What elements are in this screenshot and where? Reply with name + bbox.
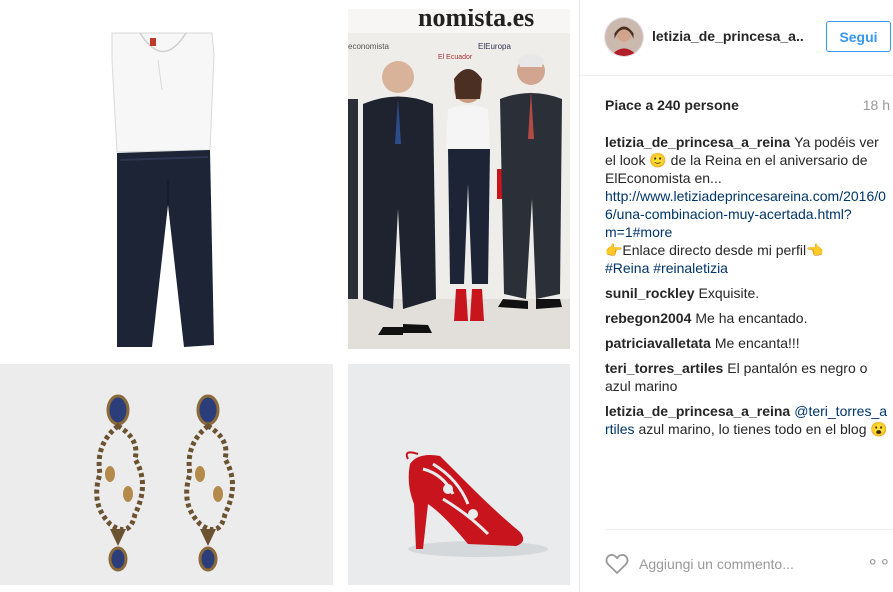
list-item: sunil_rockley Exquisite. (605, 284, 890, 302)
likes-row: Piace a 240 persone 18 h (605, 97, 890, 115)
caption-comment: letizia_de_princesa_a_reina Ya podéis ver… (605, 133, 890, 277)
comment-author[interactable]: letizia_de_princesa_a_reina (605, 134, 790, 150)
caption-profile-note: 👉Enlace directo desde mi perfil👈 (605, 242, 824, 258)
comment-author[interactable]: teri_torres_artiles (605, 360, 723, 376)
comments-list: letizia_de_princesa_a_reina Ya podéis ver… (605, 133, 890, 445)
post-photo[interactable]: nomista.es economista El Ecuador ElEurop… (0, 0, 580, 592)
comment-author[interactable]: rebegon2004 (605, 310, 691, 326)
caption-hashtags[interactable]: #Reina #reinaletizia (605, 259, 890, 277)
list-item: letizia_de_princesa_a_reina @teri_torres_… (605, 402, 890, 438)
follow-button[interactable]: Segui (826, 21, 891, 52)
comment-text: Me ha encantado. (695, 310, 808, 326)
post-header: letizia_de_princesa_a.. Segui (580, 0, 893, 76)
likes-count[interactable]: Piace a 240 persone (605, 97, 739, 113)
banner-text: nomista.es (418, 9, 534, 32)
comment-text: Me encanta!!! (714, 335, 800, 351)
more-options-icon[interactable]: ∘∘∘ (867, 552, 893, 572)
earrings-image (0, 364, 333, 585)
comment-text: Exquisite. (698, 285, 760, 301)
heart-icon[interactable] (605, 553, 629, 575)
post-details-panel: letizia_de_princesa_a.. Segui Piace a 24… (580, 0, 893, 592)
outfit-image (0, 0, 333, 355)
comment-author[interactable]: patriciavalletata (605, 335, 711, 351)
username-link[interactable]: letizia_de_princesa_a.. (652, 28, 804, 44)
avatar[interactable] (604, 17, 644, 57)
backdrop-logo-3: ElEuropa (478, 42, 511, 51)
event-photo: nomista.es economista El Ecuador ElEurop… (348, 9, 570, 349)
list-item: patriciavalletata Me encanta!!! (605, 334, 890, 352)
caption-link[interactable]: http://www.letiziadeprincesareina.com/20… (605, 187, 890, 241)
backdrop-logo-2: El Ecuador (438, 54, 473, 61)
post-timestamp[interactable]: 18 h (863, 97, 890, 113)
list-item: rebegon2004 Me ha encantado. (605, 309, 890, 327)
list-item: teri_torres_artiles El pantalón es negro … (605, 359, 890, 395)
backdrop-logo-1: economista (348, 42, 389, 51)
comment-author[interactable]: letizia_de_princesa_a_reina (605, 403, 790, 419)
comment-input[interactable] (639, 553, 849, 575)
shoe-image (348, 364, 570, 585)
comment-footer: ∘∘∘ (605, 529, 893, 592)
comment-text: azul marino, lo tienes todo en el blog 😮 (638, 421, 888, 437)
comment-author[interactable]: sunil_rockley (605, 285, 695, 301)
